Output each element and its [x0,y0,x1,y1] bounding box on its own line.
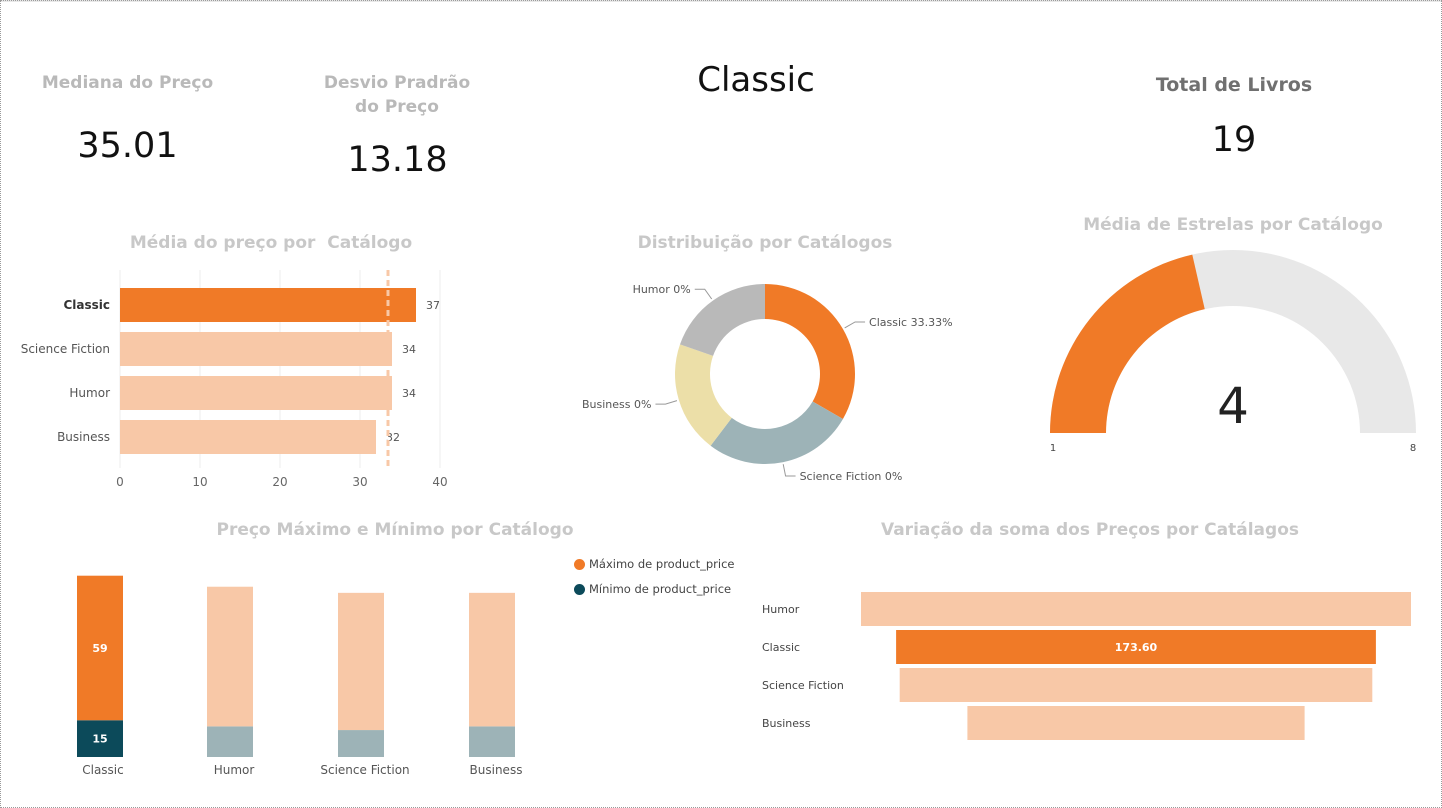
slice-classic [765,284,855,419]
bar-business [120,420,376,454]
avg-price-chart: 0 10 20 30 40 Classic 37 Science Fiction 34 Humor… [21,270,448,489]
max-bar-business [469,592,515,727]
gauge-max-label: 8 [1410,443,1416,454]
gauge-fill [1050,254,1205,433]
max-bar-humor [207,586,253,727]
data-label: 34 [402,387,416,400]
median-value: 35.01 [77,126,178,166]
x-tick-label: 20 [272,475,287,489]
legend-min-label: Mínimo de product_price [589,582,732,596]
stddev-value: 13.18 [347,140,448,180]
category-label: Humor [214,763,255,777]
category-label: Science Fiction [21,342,110,356]
data-label: 173.60 [1115,641,1158,654]
bar-humor [120,376,392,410]
data-label: 34 [402,343,416,356]
stars-gauge-chart: 4 1 8 [1050,250,1416,454]
max-data-label: 59 [92,642,107,655]
leader-line [844,321,866,329]
min-bar-science-fiction [338,730,384,757]
category-label: Classic [762,641,800,654]
slice-label: Business 0% [582,398,651,411]
maxmin-chart: 59 15 Classic Humor Science Fiction Business [77,575,523,777]
gauge-value: 4 [1217,377,1249,435]
data-label: 37 [426,299,440,312]
leader-line [694,288,713,300]
category-label: Humor [69,386,110,400]
category-label: Science Fiction [762,679,844,692]
legend-min[interactable]: Mínimo de product_price [574,582,731,596]
legend-max-label: Máximo de product_price [589,557,735,571]
stddev-label: Desvio Pradrão do Preço [323,73,471,117]
category-label: Business [762,717,811,730]
bar-science-fiction [120,332,392,366]
legend-max-dot [574,558,585,570]
stars-title: Média de Estrelas por Catálogo [1083,215,1383,235]
category-label: Business [470,763,523,777]
x-tick-label: 30 [352,475,367,489]
category-label: Humor [762,603,800,616]
slice-label: Humor 0% [633,283,691,296]
max-bar-science-fiction [338,592,384,731]
min-data-label: 15 [92,733,107,746]
funnel-bar-humor [861,592,1411,626]
legend-min-dot [574,583,585,595]
sum-variation-title: Variação da soma dos Preços por Catálago… [880,520,1299,540]
category-label: Classic [63,298,110,312]
funnel-bar-science-fiction [899,668,1373,702]
slice-label: Science Fiction 0% [800,470,903,483]
category-label: Classic [82,763,124,777]
total-books-value: 19 [1211,120,1257,160]
gauge-min-label: 1 [1050,443,1056,454]
leader-line [655,400,678,405]
selected-catalog-title: Classic [697,60,815,100]
legend-max[interactable]: Máximo de product_price [574,557,735,571]
min-bar-humor [207,726,253,757]
maxmin-title: Preço Máximo e Mínimo por Catálogo [216,520,574,540]
min-bar-business [469,726,515,757]
category-label: Science Fiction [320,763,409,777]
category-label: Business [57,430,110,444]
sum-variation-funnel-chart: Humor Classic 173.60 Science Fiction Busines… [762,592,1411,740]
slice-science-fiction [710,401,843,464]
bar-classic [120,288,416,322]
avg-price-title: Média do preço por Catálogo [129,233,413,253]
x-tick-label: 10 [192,475,207,489]
distribution-donut-chart: Classic 33.33% Science Fiction 0% Business… [582,283,953,483]
slice-humor [679,284,765,356]
median-label: Mediana do Preço [41,73,214,93]
slice-label: Classic 33.33% [869,316,952,329]
x-tick-label: 0 [116,475,124,489]
funnel-bar-business [967,706,1305,740]
total-books-label: Total de Livros [1155,74,1313,96]
x-tick-label: 40 [432,475,447,489]
leader-line [782,464,796,477]
distribution-title: Distribuição por Catálogos [637,233,893,253]
